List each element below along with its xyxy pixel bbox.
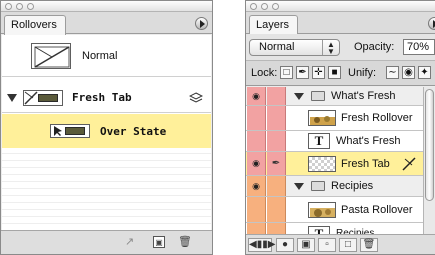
blend-mode-value: Normal — [259, 41, 295, 53]
rollovers-list: Normal Fresh Tab Over State — [2, 35, 211, 231]
rollover-row-over-state[interactable]: Over State — [2, 114, 211, 148]
new-group-icon[interactable]: ▫ — [318, 238, 336, 252]
close-window-button[interactable] — [250, 3, 257, 10]
layer-controls: Normal ▲ ▼ Opacity: 70% — [246, 34, 435, 60]
layer-row-selected[interactable]: ◉ ✒ Fresh Tab — [246, 152, 423, 176]
folder-icon — [311, 181, 325, 191]
rollover-row-normal[interactable]: Normal — [2, 35, 211, 77]
animation-step-back-icon[interactable]: ◀▮▮▶ — [248, 238, 275, 252]
over-state-label: Over State — [100, 124, 167, 138]
panel-menu-button[interactable] — [195, 17, 208, 30]
window-titlebar[interactable] — [246, 1, 435, 12]
unify-label: Unify: — [348, 67, 377, 79]
layer-row[interactable]: ◉ What's Fresh — [246, 87, 423, 106]
lock-all-icon[interactable]: ■ — [328, 66, 341, 79]
opacity-label: Opacity: — [354, 41, 395, 53]
link-toggle[interactable] — [267, 131, 286, 151]
lock-bar: Lock: □ ✒ ✛ ■ Unify: ∼ ◉ ✦ — [246, 60, 435, 86]
lock-transparency-icon[interactable]: □ — [280, 66, 293, 79]
opacity-input[interactable]: 70% — [403, 39, 435, 55]
add-mask-icon[interactable]: ▣ — [297, 238, 315, 252]
thumbnail-graphic-icon — [34, 45, 70, 68]
layer-name: Recipies — [331, 180, 374, 192]
zoom-window-button[interactable] — [272, 3, 279, 10]
image-thumbnail-icon — [310, 207, 335, 217]
fresh-tab-thumbnail — [23, 89, 63, 106]
layer-name: What's Fresh — [331, 90, 396, 102]
normal-state-label: Normal — [82, 49, 118, 62]
close-window-button[interactable] — [5, 3, 12, 10]
new-state-icon[interactable]: ▣ — [153, 236, 165, 248]
layers-footer: ◀▮▮▶ ● ▣ ▫ □ 🗑 — [246, 234, 435, 254]
cursor-arrow-icon — [54, 126, 62, 136]
over-state-thumbnail — [50, 124, 90, 138]
layer-row[interactable]: Fresh Rollover — [246, 106, 423, 131]
visibility-eye-icon[interactable]: ◉ — [247, 176, 266, 196]
slice-marker-icon — [402, 156, 416, 171]
tab-rollovers[interactable]: Rollovers — [4, 15, 66, 35]
layer-name: Fresh Tab — [341, 157, 390, 170]
layer-row[interactable]: T What's Fresh — [246, 131, 423, 152]
minimize-window-button[interactable] — [16, 3, 23, 10]
disclosure-triangle-icon[interactable] — [294, 182, 304, 190]
rollover-row-fresh-tab[interactable]: Fresh Tab — [2, 83, 211, 113]
layer-name: Fresh Rollover — [341, 112, 413, 124]
lock-paint-icon[interactable]: ✒ — [296, 66, 309, 79]
brush-icon[interactable]: ✒ — [267, 152, 286, 175]
layer-row[interactable]: Pasta Rollover — [246, 197, 423, 223]
layer-name: Pasta Rollover — [341, 203, 413, 216]
normal-state-thumbnail — [31, 42, 71, 69]
button-graphic-icon — [38, 93, 58, 102]
visibility-toggle[interactable] — [247, 106, 266, 130]
rollovers-panel: Rollovers Normal Fresh Tab Over State ↗ … — [0, 0, 213, 255]
link-toggle[interactable] — [267, 197, 286, 222]
lock-position-icon[interactable]: ✛ — [312, 66, 325, 79]
panel-menu-button[interactable] — [428, 17, 435, 30]
disclosure-triangle-icon[interactable] — [7, 93, 17, 102]
rollovers-footer: ↗ ▣ 🗑 — [1, 230, 212, 254]
visibility-eye-icon[interactable]: ◉ — [247, 87, 266, 105]
unify-visibility-icon[interactable]: ◉ — [402, 66, 415, 79]
layer-thumbnail — [308, 110, 336, 126]
link-toggle[interactable] — [267, 87, 286, 105]
disclosure-triangle-icon[interactable] — [294, 92, 304, 100]
blend-mode-stepper-icon[interactable]: ▲ ▼ — [322, 40, 339, 56]
lock-label: Lock: — [251, 67, 278, 79]
slice-icon — [24, 90, 38, 105]
layer-style-icon[interactable]: ● — [276, 238, 294, 252]
minimize-window-button[interactable] — [261, 3, 268, 10]
tab-strip: Rollovers — [1, 12, 212, 35]
layers-list: ◉ What's Fresh Fresh Rollover T What's F… — [246, 87, 435, 244]
link-toggle[interactable] — [267, 106, 286, 130]
layer-name: What's Fresh — [336, 135, 401, 147]
button-graphic-icon — [65, 127, 85, 135]
new-layer-icon[interactable]: □ — [339, 238, 357, 252]
tab-layers[interactable]: Layers — [249, 15, 299, 35]
visibility-eye-icon[interactable]: ◉ — [247, 152, 266, 175]
new-slice-icon[interactable]: ↗ — [125, 236, 134, 248]
visibility-toggle[interactable] — [247, 197, 266, 222]
trash-icon[interactable]: 🗑 — [360, 238, 378, 252]
layers-stack-icon[interactable] — [189, 91, 203, 105]
blend-mode-select[interactable]: Normal ▲ ▼ — [249, 39, 340, 56]
layer-thumbnail — [308, 201, 336, 218]
unify-position-icon[interactable]: ∼ — [386, 66, 399, 79]
layer-row[interactable]: ◉ Recipies — [246, 176, 423, 197]
link-toggle[interactable] — [267, 176, 286, 196]
transparent-layer-thumbnail — [308, 155, 336, 172]
trash-icon[interactable]: 🗑 — [178, 236, 192, 248]
tab-strip: Layers — [246, 12, 435, 35]
folder-icon — [311, 91, 325, 101]
layers-panel: Layers Normal ▲ ▼ Opacity: 70% Lock: □ ✒ … — [245, 0, 435, 255]
layers-scrollbar[interactable] — [423, 87, 435, 236]
scrollbar-thumb[interactable] — [425, 89, 434, 201]
fresh-tab-label: Fresh Tab — [72, 91, 132, 104]
visibility-toggle[interactable] — [247, 131, 266, 151]
text-layer-icon: T — [308, 133, 330, 149]
window-titlebar[interactable] — [1, 1, 212, 12]
unify-style-icon[interactable]: ✦ — [418, 66, 431, 79]
zoom-window-button[interactable] — [27, 3, 34, 10]
image-thumbnail-icon — [310, 116, 335, 125]
